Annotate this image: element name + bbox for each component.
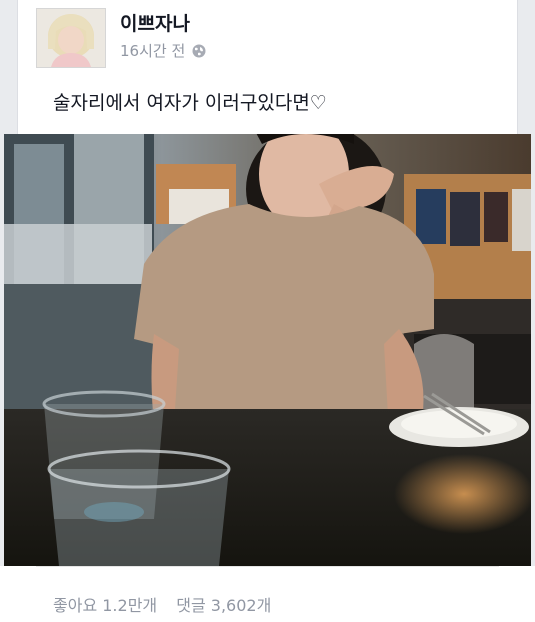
post-footer: 좋아요 1.2만개 댓글 3,602개 — [0, 566, 535, 622]
post-time[interactable]: 16시간 전 — [120, 40, 185, 61]
post-text: 술자리에서 여자가 이러구있다면♡ — [53, 92, 327, 114]
globe-icon — [192, 44, 206, 57]
comments-count[interactable]: 댓글 3,602개 — [176, 596, 271, 615]
author-name[interactable]: 이쁘자나 — [120, 9, 190, 36]
post-photo[interactable] — [4, 134, 531, 566]
footer-divider — [36, 566, 499, 567]
profile-avatar[interactable] — [36, 8, 106, 68]
photo-image — [4, 134, 531, 566]
likes-count[interactable]: 좋아요 1.2만개 — [53, 596, 157, 615]
post-timestamp[interactable]: 16시간 전 — [120, 40, 206, 61]
engagement-stats: 좋아요 1.2만개 댓글 3,602개 — [53, 592, 285, 616]
avatar-image — [37, 9, 105, 67]
